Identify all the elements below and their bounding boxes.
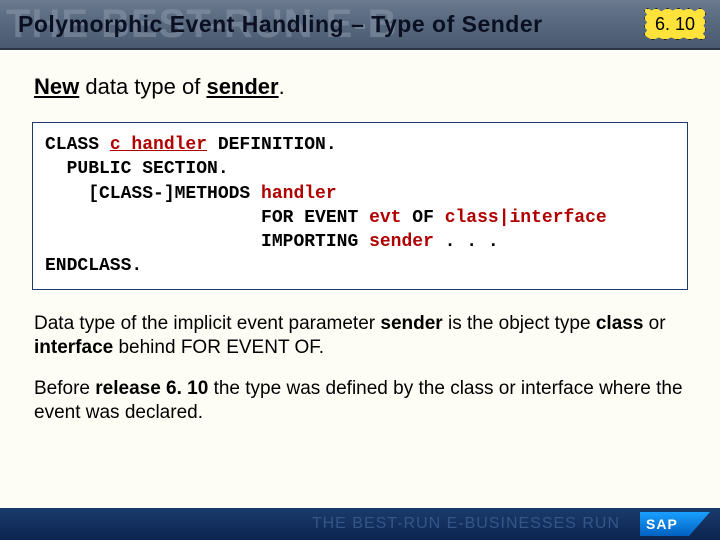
code-kw-class: CLASS bbox=[45, 135, 110, 155]
code-method-name: handler bbox=[261, 184, 337, 204]
code-classname: c_handler bbox=[110, 135, 207, 155]
code-kw-importing: IMPORTING bbox=[45, 232, 369, 252]
p1-class: class bbox=[596, 313, 644, 334]
code-kw-forevent: FOR EVENT bbox=[45, 208, 369, 228]
intro-line: New data type of sender. bbox=[34, 74, 692, 100]
code-kw-endclass: ENDCLASS. bbox=[45, 256, 142, 276]
slide-body: New data type of sender. CLASS c_handler… bbox=[0, 50, 720, 425]
paragraph-2: Before release 6. 10 the type was define… bbox=[34, 377, 686, 425]
code-kw-definition: DEFINITION. bbox=[207, 135, 337, 155]
version-badge: 6. 10 bbox=[644, 8, 706, 40]
intro-word-new: New bbox=[34, 74, 79, 99]
code-ellipsis: . . . bbox=[434, 232, 499, 252]
p1-interface: interface bbox=[34, 337, 113, 358]
p2-text-a: Before bbox=[34, 378, 95, 399]
intro-text: data type of bbox=[79, 74, 206, 99]
code-class-interface: class|interface bbox=[445, 208, 607, 228]
p1-text-a: Data type of the implicit event paramete… bbox=[34, 313, 380, 334]
code-sender: sender bbox=[369, 232, 434, 252]
p1-text-g: behind FOR EVENT OF. bbox=[113, 337, 324, 358]
intro-word-sender: sender bbox=[206, 74, 278, 99]
code-kw-methods: [CLASS-]METHODS bbox=[45, 184, 261, 204]
slide-header: THE BEST-RUN E-B Polymorphic Event Handl… bbox=[0, 0, 720, 50]
p1-text-e: or bbox=[643, 313, 665, 334]
p1-sender: sender bbox=[380, 313, 442, 334]
p2-release: release 6. 10 bbox=[95, 378, 208, 399]
slide-footer: THE BEST-RUN E-BUSINESSES RUN SAP bbox=[0, 508, 720, 540]
code-evt: evt bbox=[369, 208, 401, 228]
p1-text-c: is the object type bbox=[443, 313, 596, 334]
code-kw-public: PUBLIC SECTION. bbox=[45, 159, 229, 179]
sap-logo-text: SAP bbox=[646, 516, 678, 532]
code-kw-of: OF bbox=[401, 208, 444, 228]
intro-dot: . bbox=[279, 74, 285, 99]
slide-title: Polymorphic Event Handling – Type of Sen… bbox=[18, 11, 543, 38]
footer-watermark: THE BEST-RUN E-BUSINESSES RUN bbox=[0, 508, 720, 540]
code-block: CLASS c_handler DEFINITION. PUBLIC SECTI… bbox=[32, 122, 688, 290]
paragraph-1: Data type of the implicit event paramete… bbox=[34, 312, 686, 360]
